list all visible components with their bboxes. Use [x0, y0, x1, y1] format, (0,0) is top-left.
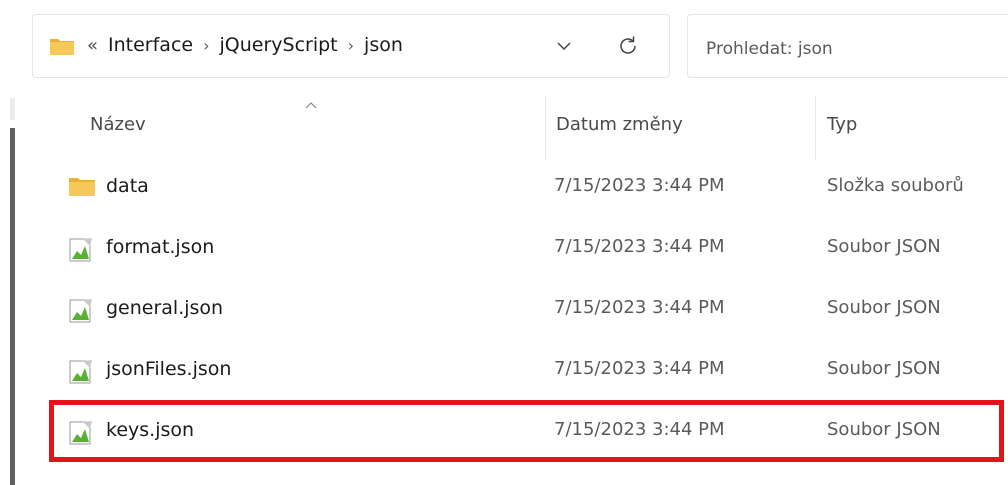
file-name: jsonFiles.json — [106, 358, 232, 380]
file-name: format.json — [106, 236, 215, 258]
file-type: Soubor JSON — [827, 358, 941, 379]
chevron-down-icon[interactable] — [555, 37, 573, 59]
address-bar[interactable]: « Interface › jQueryScript › json — [32, 14, 670, 78]
file-type: Soubor JSON — [827, 236, 941, 257]
breadcrumb-separator[interactable]: › — [203, 36, 209, 55]
search-box[interactable]: Prohledat: json — [687, 14, 1008, 78]
list-item[interactable]: format.json 7/15/2023 3:44 PM Soubor JSO… — [50, 217, 1008, 279]
file-date: 7/15/2023 3:44 PM — [554, 236, 725, 257]
column-header: Název Datum změny Typ — [0, 96, 1008, 160]
search-input[interactable]: Prohledat: json — [706, 39, 833, 59]
overflow-chevron[interactable]: « — [87, 35, 98, 56]
breadcrumb: « Interface › jQueryScript › json — [87, 34, 403, 56]
breadcrumb-interface[interactable]: Interface — [108, 34, 193, 56]
file-type: Soubor JSON — [827, 297, 941, 318]
json-file-icon — [68, 237, 94, 267]
file-date: 7/15/2023 3:44 PM — [554, 297, 725, 318]
list-item[interactable]: general.json 7/15/2023 3:44 PM Soubor JS… — [50, 278, 1008, 340]
json-file-icon — [68, 359, 94, 389]
file-type: Složka souborů — [827, 175, 964, 196]
folder-icon — [68, 176, 96, 202]
list-item[interactable]: data 7/15/2023 3:44 PM Složka souborů — [50, 156, 1008, 218]
breadcrumb-json[interactable]: json — [364, 34, 403, 56]
column-date[interactable]: Datum změny — [556, 114, 683, 135]
json-file-icon — [68, 298, 94, 328]
file-name: data — [106, 175, 149, 197]
highlight-box — [49, 400, 1004, 462]
refresh-icon[interactable] — [616, 34, 640, 62]
column-type[interactable]: Typ — [827, 114, 857, 135]
folder-icon — [49, 36, 75, 60]
breadcrumb-separator[interactable]: › — [348, 36, 354, 55]
file-date: 7/15/2023 3:44 PM — [554, 175, 725, 196]
column-divider[interactable] — [815, 96, 816, 160]
file-date: 7/15/2023 3:44 PM — [554, 358, 725, 379]
file-name: general.json — [106, 297, 224, 319]
sort-up-icon — [304, 96, 318, 115]
breadcrumb-jqueryscript[interactable]: jQueryScript — [220, 34, 338, 56]
column-name[interactable]: Název — [90, 114, 146, 135]
list-item[interactable]: jsonFiles.json 7/15/2023 3:44 PM Soubor … — [50, 339, 1008, 401]
pane-border — [10, 128, 15, 485]
column-divider[interactable] — [545, 96, 546, 160]
